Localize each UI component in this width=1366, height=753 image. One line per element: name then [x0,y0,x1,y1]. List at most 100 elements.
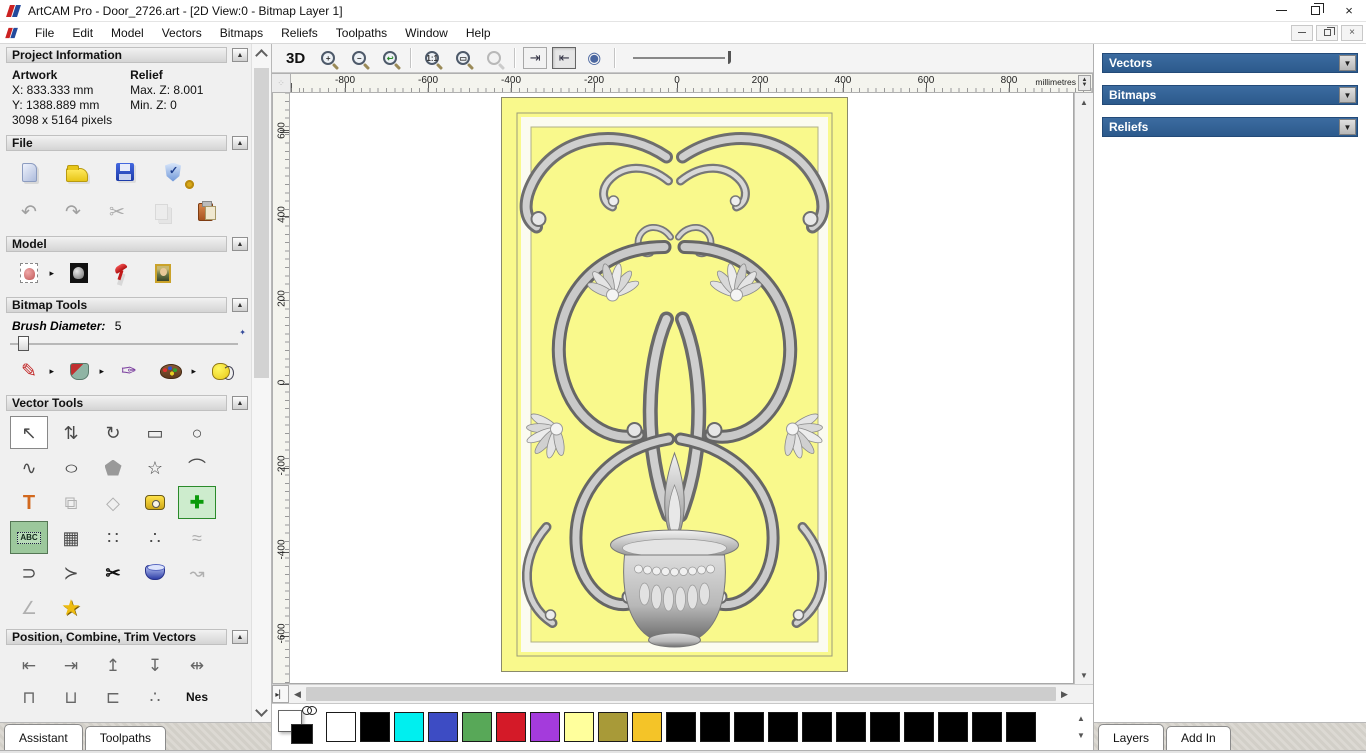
menu-edit[interactable]: Edit [63,24,102,42]
tab-add-in[interactable]: Add In [1166,726,1231,750]
paste-along-curve-icon[interactable]: ∷ [94,521,132,554]
cross-section-icon[interactable]: ∠ [10,591,48,624]
slider-thumb[interactable] [18,336,29,351]
brush-diameter-slider[interactable]: ✦ [10,328,246,352]
create-node-polyline-icon[interactable]: ∴ [136,521,174,554]
new-model-icon[interactable] [14,157,44,187]
swatch-red[interactable] [496,712,526,742]
canvas-2d-view[interactable] [290,93,1074,684]
greyscale-view-icon[interactable]: ◉ [581,46,607,70]
tab-assistant[interactable]: Assistant [4,724,83,750]
mdi-restore-button[interactable] [1316,24,1338,41]
distort-vector-icon[interactable]: ◇ [94,486,132,519]
scatter-copies-icon[interactable]: ∴ [136,682,174,712]
expand-panel-icon[interactable] [1339,55,1356,71]
align-centre-icon[interactable]: ⇹ [178,650,216,680]
toolbar-separator[interactable] [410,48,413,68]
swatch-purple[interactable] [530,712,560,742]
swatch-black[interactable] [360,712,390,742]
menu-model[interactable]: Model [102,24,153,42]
align-left-icon[interactable]: ⇤ [10,650,48,680]
magic-wand-icon[interactable]: ★ [52,591,90,624]
vertical-scrollbar[interactable]: ▲ ▼ [1074,93,1093,684]
text-abc-icon[interactable]: ABC [10,521,48,554]
centre-horizontal-icon[interactable]: ⊔ [52,682,90,712]
scrollbar-thumb[interactable] [254,68,269,378]
swatch-olive[interactable] [598,712,628,742]
create-ellipse-icon[interactable]: ○ [52,451,90,484]
palette-scroll-down-icon[interactable]: ▼ [1077,731,1085,740]
toggle-3d-view-button[interactable]: 3D [282,50,309,67]
create-circle-icon[interactable]: ○ [178,416,216,449]
swatch-black[interactable] [904,712,934,742]
restore-button[interactable] [1298,0,1332,21]
ruler-corner-box[interactable]: ⁘ [272,73,291,93]
collapse-model-button[interactable] [232,237,248,251]
select-vectors-icon[interactable]: ↖ [10,416,48,449]
swatch-black[interactable] [666,712,696,742]
swatch-black[interactable] [836,712,866,742]
show-bitmap-icon[interactable]: ⇥ [523,47,548,69]
centre-in-page-icon[interactable]: ⊏ [94,682,132,712]
swatch-green[interactable] [462,712,492,742]
menu-toolpaths[interactable]: Toolpaths [327,24,396,42]
swatch-black[interactable] [734,712,764,742]
swatch-black[interactable] [972,712,1002,742]
paint-brush-icon[interactable]: ✎ [14,356,54,386]
flood-fill-icon[interactable] [64,356,104,386]
horizontal-scrollbar[interactable]: ▸▏ ◀ ▶ [272,684,1093,703]
toolbar-separator[interactable] [614,48,617,68]
colour-picker-icon[interactable]: ✑ [114,356,144,386]
create-polygon-icon[interactable]: ⬠ [94,451,132,484]
tab-toolpaths[interactable]: Toolpaths [84,726,167,750]
scroll-down-icon[interactable]: ▼ [1075,667,1093,683]
lighting-icon[interactable] [106,258,136,288]
swatch-black[interactable] [768,712,798,742]
wrap-text-icon[interactable]: ⧉ [52,486,90,519]
scroll-left-icon[interactable]: ◀ [289,685,306,703]
tab-layers[interactable]: Layers [1098,724,1165,750]
menu-file[interactable]: File [26,24,63,42]
collapse-file-button[interactable] [232,136,248,150]
swatch-gold[interactable] [632,712,662,742]
secondary-colour-swatch[interactable] [291,724,313,744]
colour-palette-icon[interactable] [156,356,196,386]
measure-tool-icon[interactable] [136,486,174,519]
swatch-black[interactable] [1006,712,1036,742]
fit-arcs-icon[interactable]: ≈ [178,521,216,554]
scroll-down-icon[interactable] [255,706,267,718]
palette-scroll-up-icon[interactable]: ▲ [1077,714,1085,723]
save-model-icon[interactable] [110,157,140,187]
cut-icon[interactable]: ✂ [102,197,132,227]
swatch-blue[interactable] [428,712,458,742]
zoom-1to1-icon[interactable]: 1:1 [419,46,445,70]
open-model-icon[interactable] [62,157,92,187]
scroll-up-icon[interactable]: ▲ [1075,94,1093,110]
undo-icon[interactable]: ↶ [14,197,44,227]
create-text-icon[interactable]: T [10,486,48,519]
mdi-close-button[interactable]: × [1341,24,1363,41]
texture-relief-icon[interactable] [148,258,178,288]
swatch-cyan[interactable] [394,712,424,742]
link-colours-icon[interactable] [206,356,236,386]
collapse-vector-tools-button[interactable] [232,396,248,410]
trim-vectors-icon[interactable]: ✂ [94,556,132,589]
zoom-out-icon[interactable]: − [346,46,372,70]
arrowhead-icon[interactable]: ≻ [52,556,90,589]
zoom-previous-icon[interactable]: ↩ [377,46,403,70]
copy-icon[interactable] [146,197,176,227]
zoom-selection-icon[interactable] [481,46,507,70]
create-arc-icon[interactable]: ⌒ [178,451,216,484]
menu-bitmaps[interactable]: Bitmaps [211,24,272,42]
toggle-panel-button[interactable]: ▸▏ [272,685,289,703]
paste-icon[interactable] [190,197,220,227]
transform-vectors-icon[interactable]: ↻ [94,416,132,449]
swatch-pale-yellow[interactable] [564,712,594,742]
options-icon[interactable] [158,157,194,189]
contrast-slider[interactable] [633,51,733,65]
swatch-black[interactable] [938,712,968,742]
node-editing-icon[interactable]: ⇅ [52,416,90,449]
collapse-bitmap-tools-button[interactable] [232,298,248,312]
envelope-distort-icon[interactable]: ▦ [52,521,90,554]
swatch-black[interactable] [870,712,900,742]
